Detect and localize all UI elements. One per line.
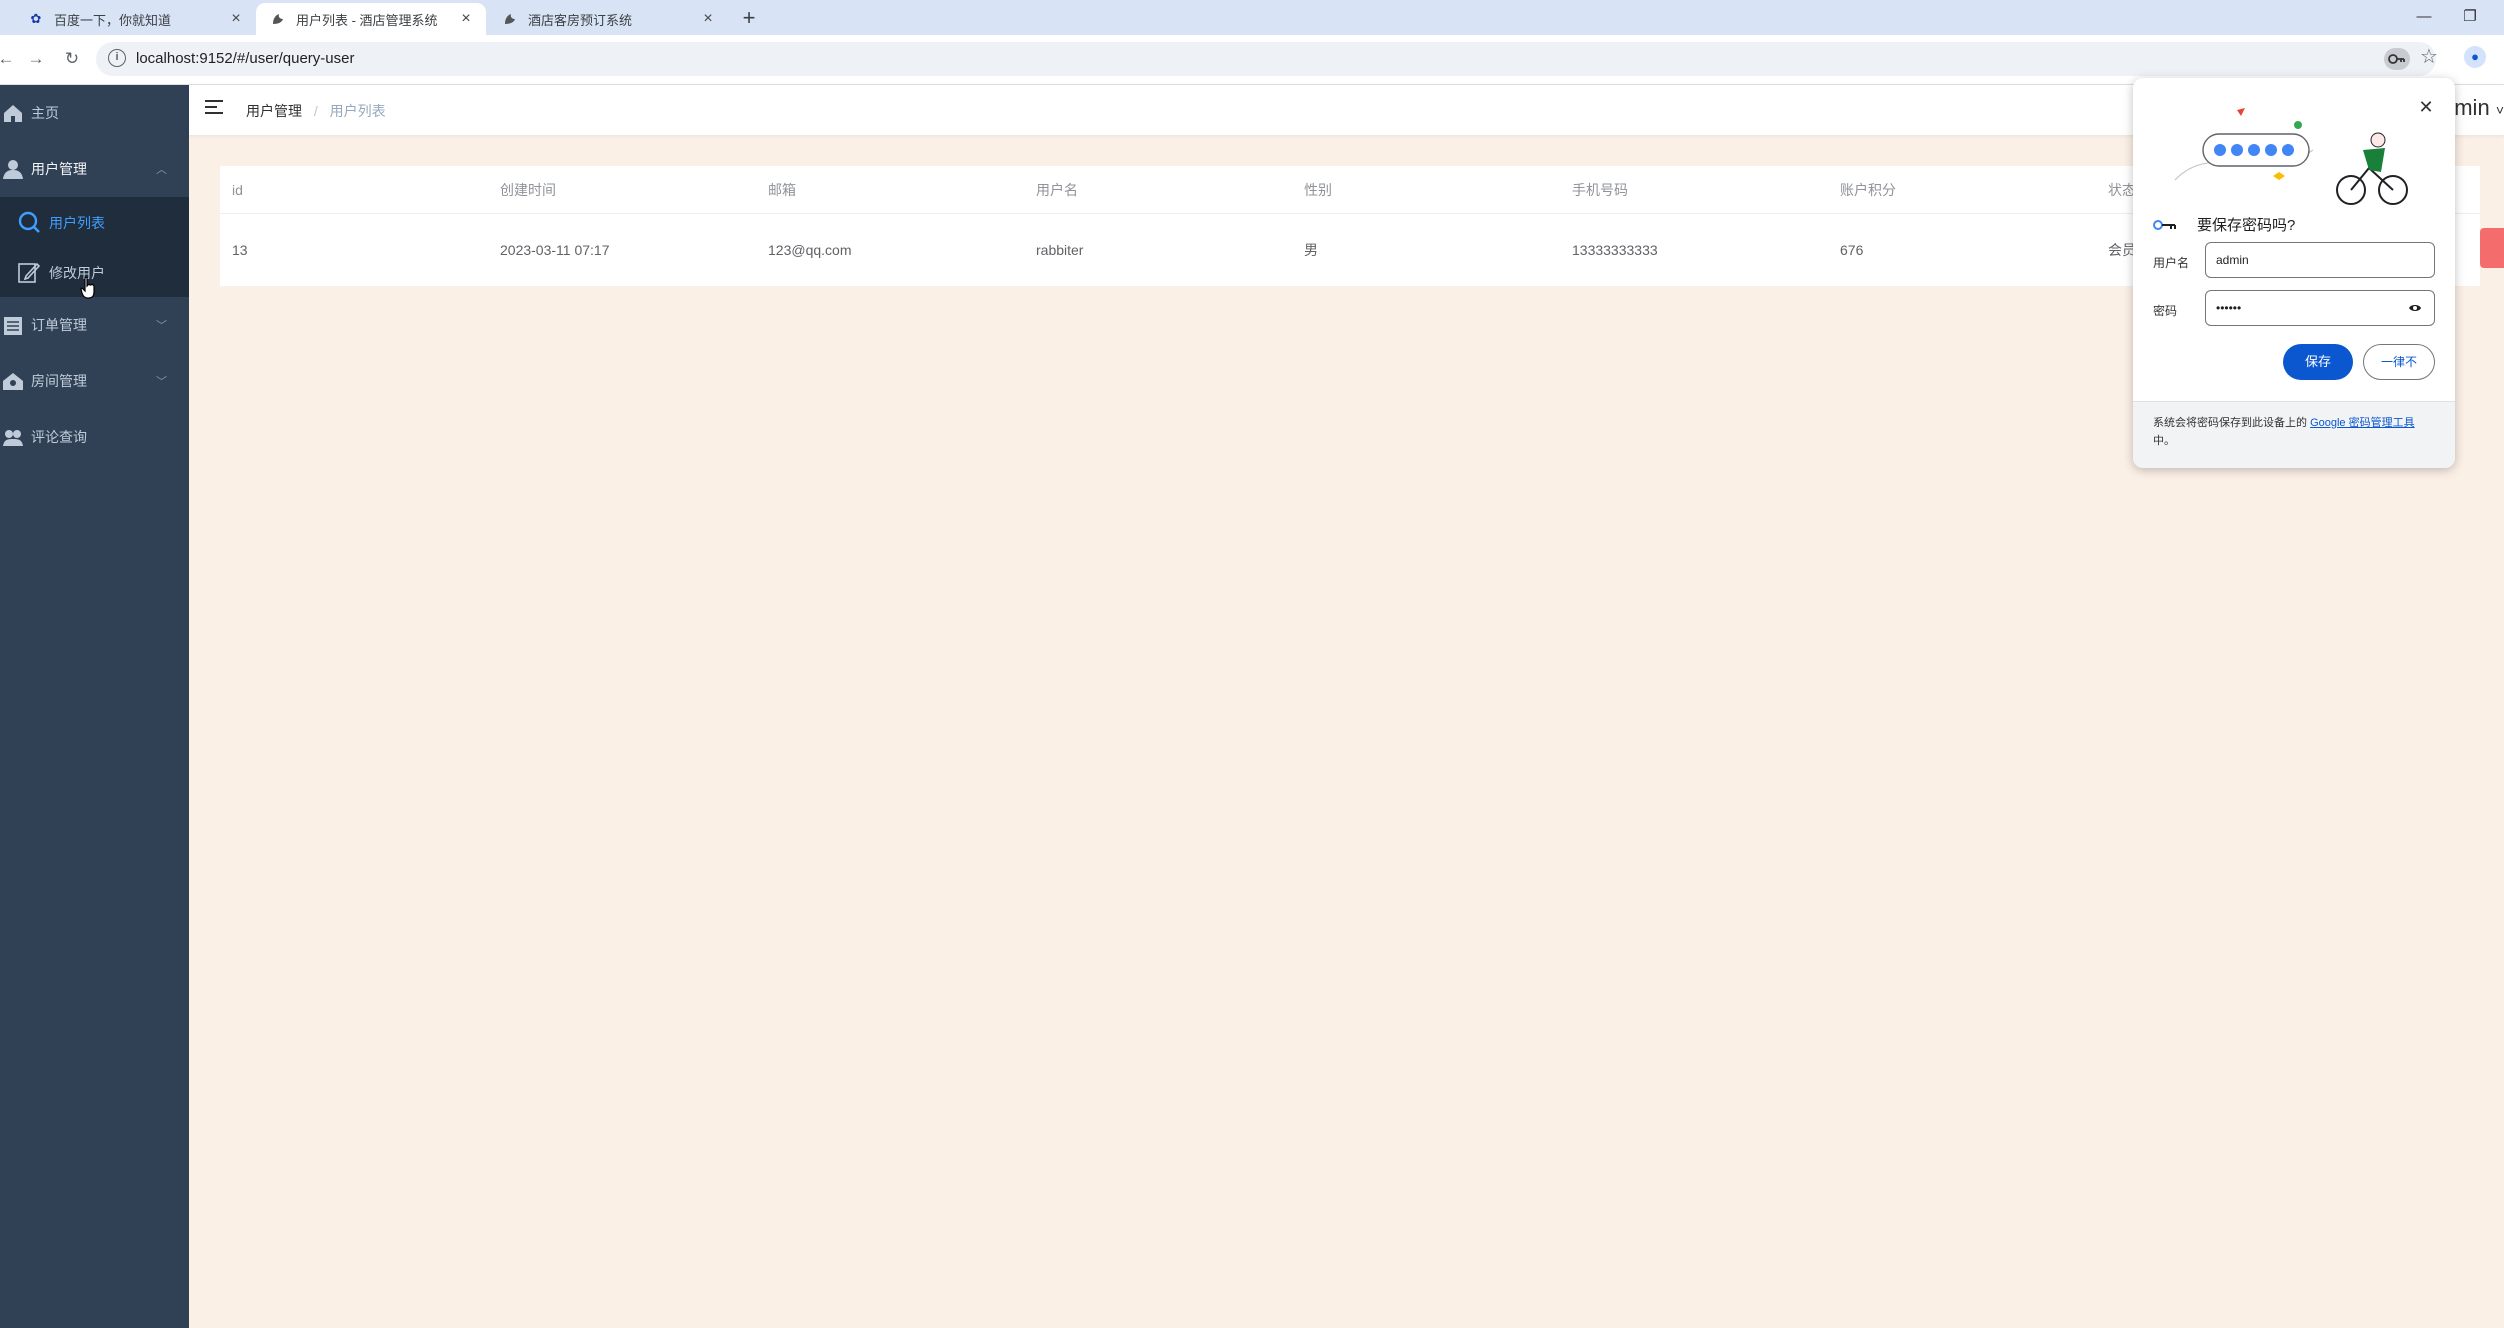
table-cell: 676 (1840, 242, 1864, 258)
password-label: 密码 (2153, 304, 2178, 318)
reload-icon[interactable]: ↻ (58, 45, 86, 73)
chevron-down-icon: ﹀ (156, 376, 167, 388)
sidebar: 主页 用户管理 ︿ 用户列表 修改用户 订单管理 ﹀ 房间管理 ﹀ 评论查询 (0, 85, 189, 1328)
order-icon (4, 317, 22, 335)
column-header: 邮箱 (768, 181, 796, 198)
username-value: admin (2216, 253, 2249, 267)
sidebar-item-label: 订单管理 (31, 317, 87, 333)
tab-baidu[interactable]: ✿ 百度一下，你就知道 × (0, 3, 256, 35)
restore-icon[interactable]: ❐ (2450, 3, 2490, 31)
sidebar-item-comment-query[interactable]: 评论查询 (0, 409, 189, 465)
chevron-down-icon: ˅ (2495, 102, 2504, 118)
user-dropdown[interactable]: min ˅ (2454, 95, 2504, 121)
close-icon[interactable]: × (456, 9, 476, 29)
password-key-icon[interactable] (2384, 48, 2410, 70)
submenu-item-label: 修改用户 (49, 265, 105, 281)
room-icon (3, 373, 23, 390)
address-bar: ← → ↻ i localhost:9152/#/user/query-user (0, 35, 2504, 85)
username-text: min (2454, 95, 2490, 120)
close-icon[interactable]: ✕ (2415, 96, 2437, 118)
breadcrumb: 用户管理 / 用户列表 (246, 101, 386, 121)
sidebar-item-room-management[interactable]: 房间管理 ﹀ (0, 353, 189, 409)
browser-tab-bar: ✿ 百度一下，你就知道 × 用户列表 - 酒店管理系统 × 酒店客房预订系统 ×… (0, 0, 2504, 35)
vue-admin-icon (270, 11, 286, 27)
sidebar-item-order-management[interactable]: 订单管理 ﹀ (0, 297, 189, 353)
search-icon (18, 211, 40, 233)
table-cell: 13 (232, 242, 248, 258)
username-field[interactable]: admin (2205, 242, 2435, 278)
tab-user-list[interactable]: 用户列表 - 酒店管理系统 × (256, 3, 486, 35)
vue-admin-icon (502, 11, 518, 27)
never-save-button[interactable]: 一律不 (2363, 344, 2435, 380)
column-header: 手机号码 (1572, 181, 1628, 198)
save-password-button[interactable]: 保存 (2283, 344, 2353, 380)
tab-hotel-booking[interactable]: 酒店客房预订系统 × (488, 3, 728, 35)
new-tab-button[interactable]: + (736, 5, 762, 31)
forward-icon[interactable]: → (22, 45, 50, 73)
password-field[interactable]: •••••• (2205, 290, 2435, 326)
column-header: 状态 (2108, 181, 2136, 198)
column-header: 性别 (1304, 181, 1332, 198)
delete-button[interactable] (2480, 228, 2504, 268)
hand-cursor-icon (80, 276, 95, 299)
minimize-icon[interactable]: — (2404, 3, 2444, 31)
close-icon[interactable]: × (226, 9, 246, 29)
breadcrumb-separator: / (313, 103, 318, 119)
bookmark-star-icon[interactable]: ☆ (2420, 44, 2438, 69)
key-icon (2153, 220, 2176, 230)
baidu-paw-icon: ✿ (30, 11, 42, 26)
table-cell: 男 (1304, 242, 1318, 258)
tab-title: 用户列表 - 酒店管理系统 (296, 12, 438, 28)
sidebar-item-label: 房间管理 (31, 373, 87, 389)
tab-title: 酒店客房预订系统 (528, 12, 633, 28)
sidebar-item-label: 评论查询 (31, 429, 87, 445)
save-password-dialog: ✕ 要保存密码吗? 用户名 admin 密码 •••••• 保存 一律不 系统会… (2133, 78, 2455, 468)
sidebar-item-home[interactable]: 主页 (0, 85, 189, 141)
back-icon[interactable]: ← (0, 45, 20, 73)
dialog-footer: 系统会将密码保存到此设备上的 Google 密码管理工具中。 (2133, 401, 2455, 468)
dialog-title: 要保存密码吗? (2197, 217, 2296, 234)
user-icon (3, 160, 23, 179)
footer-suffix: 中。 (2153, 435, 2175, 447)
column-header: id (232, 181, 243, 198)
sidebar-item-label: 主页 (31, 105, 59, 121)
footer-text: 系统会将密码保存到此设备上的 (2153, 417, 2307, 429)
table-cell: 123@qq.com (768, 242, 852, 258)
edit-icon (18, 262, 40, 283)
comment-icon (3, 430, 23, 446)
password-manager-link[interactable]: Google 密码管理工具 (2310, 417, 2415, 429)
tab-title: 百度一下，你就知道 (54, 12, 172, 28)
password-value: •••••• (2216, 301, 2242, 315)
home-icon (4, 105, 22, 122)
url-text: localhost:9152/#/user/query-user (136, 50, 355, 67)
site-info-icon[interactable]: i (108, 49, 126, 67)
submenu-item-user-list[interactable]: 用户列表 (0, 197, 189, 247)
sidebar-item-user-management[interactable]: 用户管理 ︿ (0, 141, 189, 197)
cyclist-illustration-icon (2174, 108, 2408, 205)
table-cell: 2023-03-11 07:17 (500, 242, 610, 258)
breadcrumb-item[interactable]: 用户管理 (246, 103, 302, 119)
table-cell: rabbiter (1036, 242, 1084, 258)
column-header: 创建时间 (500, 181, 556, 198)
sidebar-item-label: 用户管理 (31, 161, 87, 177)
column-header: 账户积分 (1840, 181, 1896, 198)
table-cell: 会员 (2108, 242, 2136, 258)
eye-icon[interactable] (2408, 301, 2422, 315)
url-input[interactable]: i localhost:9152/#/user/query-user (96, 42, 2436, 76)
username-label: 用户名 (2153, 256, 2190, 270)
column-header: 用户名 (1036, 181, 1078, 198)
table-cell: 13333333333 (1572, 242, 1658, 258)
hamburger-menu-icon[interactable] (205, 100, 223, 116)
profile-icon[interactable]: ● (2464, 46, 2486, 68)
chevron-up-icon: ︿ (156, 164, 167, 176)
chevron-down-icon: ﹀ (156, 320, 167, 332)
submenu-item-label: 用户列表 (49, 215, 105, 231)
breadcrumb-current: 用户列表 (329, 103, 386, 119)
close-icon[interactable]: × (698, 9, 718, 29)
